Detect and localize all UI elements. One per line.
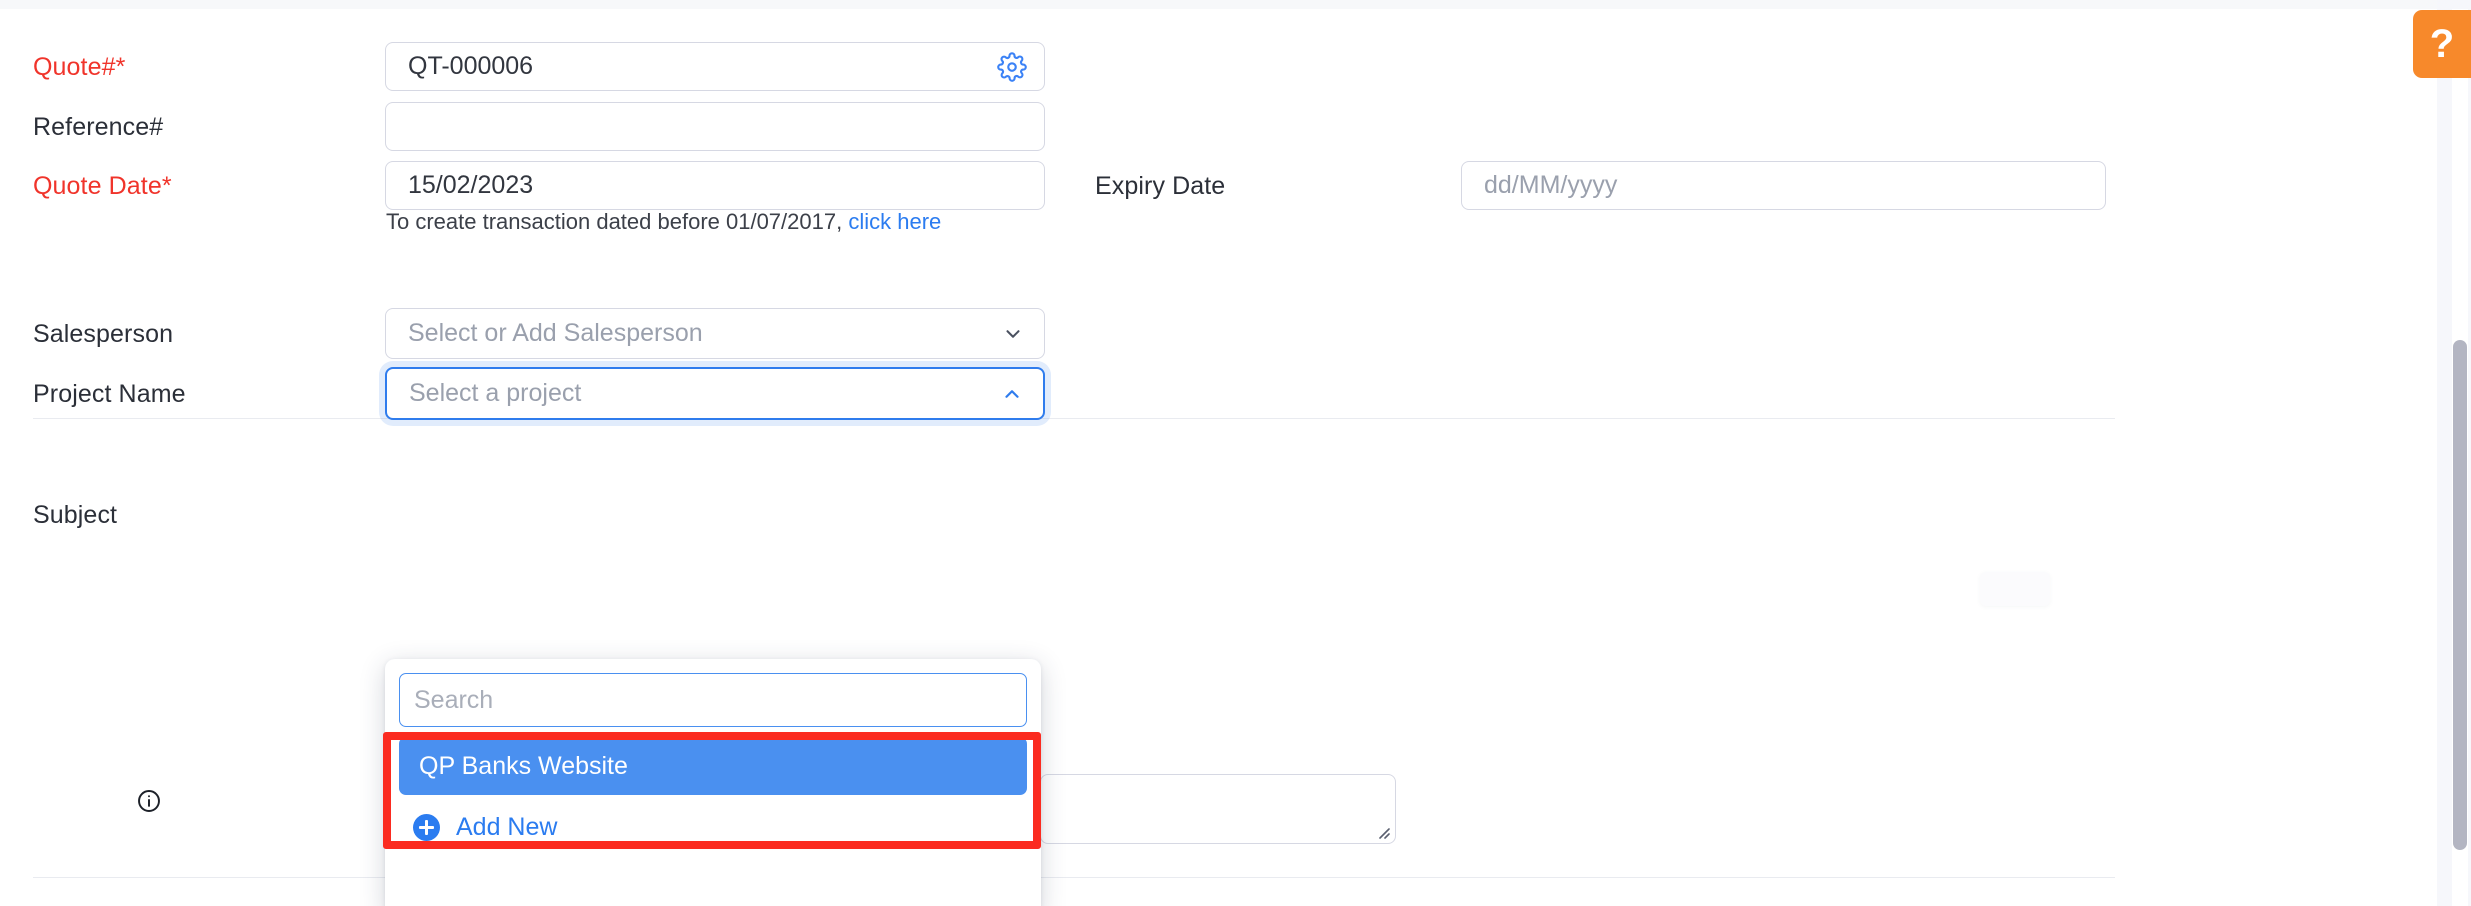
- expiry-date-label: Expiry Date: [1095, 172, 1226, 200]
- add-new-project-button[interactable]: Add New: [385, 795, 1041, 860]
- quote-form-screen: Quote#* QT-000006 Reference# Quote Date*…: [0, 0, 2471, 906]
- quote-date-input[interactable]: 15/02/2023: [385, 161, 1045, 210]
- section-divider-top: [33, 418, 2115, 419]
- project-name-label: Project Name: [33, 380, 186, 408]
- quote-number-value: QT-000006: [408, 52, 534, 80]
- backdated-hint-link[interactable]: click here: [848, 209, 941, 234]
- subject-textarea[interactable]: [1040, 774, 1396, 844]
- chevron-down-icon[interactable]: [1002, 323, 1024, 345]
- salesperson-select[interactable]: Select or Add Salesperson: [385, 308, 1045, 359]
- dropdown-option-label: QP Banks Website: [419, 751, 628, 780]
- expiry-date-input[interactable]: dd/MM/yyyy: [1461, 161, 2106, 210]
- reference-number-input[interactable]: [385, 102, 1045, 151]
- plus-circle-icon: [413, 814, 440, 841]
- project-name-select[interactable]: Select a project: [385, 367, 1045, 420]
- salesperson-label: Salesperson: [33, 320, 174, 348]
- info-circle-icon[interactable]: [136, 788, 162, 814]
- quote-date-value: 15/02/2023: [408, 171, 534, 199]
- quote-number-label: Quote#*: [33, 53, 126, 81]
- scrollbar-thumb[interactable]: [2453, 340, 2467, 850]
- quote-date-label: Quote Date*: [33, 172, 172, 200]
- dropdown-search-wrap: [385, 659, 1041, 737]
- chevron-up-icon[interactable]: [1001, 383, 1023, 405]
- quote-form-area: Quote#* QT-000006 Reference# Quote Date*…: [0, 9, 2412, 906]
- reference-number-label: Reference#: [33, 113, 164, 141]
- resize-grip-icon[interactable]: [1374, 823, 1390, 839]
- quote-number-input[interactable]: QT-000006: [385, 42, 1045, 91]
- project-dropdown-panel: QP Banks Website Add New: [385, 659, 1041, 906]
- salesperson-placeholder: Select or Add Salesperson: [408, 319, 703, 347]
- backdated-transaction-hint: To create transaction dated before 01/07…: [386, 209, 941, 235]
- top-edge-strip: [0, 0, 2471, 9]
- gear-icon[interactable]: [994, 49, 1030, 85]
- question-mark-icon: ?: [2429, 21, 2455, 66]
- backdated-hint-text: To create transaction dated before 01/07…: [386, 209, 843, 234]
- project-search-input[interactable]: [399, 673, 1027, 727]
- help-button[interactable]: ?: [2413, 10, 2471, 78]
- add-new-label: Add New: [456, 813, 558, 841]
- dropdown-option-qp-banks-website[interactable]: QP Banks Website: [399, 737, 1027, 795]
- section-divider-bottom: [33, 877, 2115, 878]
- background-ghost-element: [1980, 572, 2050, 606]
- subject-label: Subject: [33, 501, 118, 529]
- project-name-placeholder: Select a project: [409, 379, 582, 407]
- expiry-date-placeholder: dd/MM/yyyy: [1484, 171, 1618, 199]
